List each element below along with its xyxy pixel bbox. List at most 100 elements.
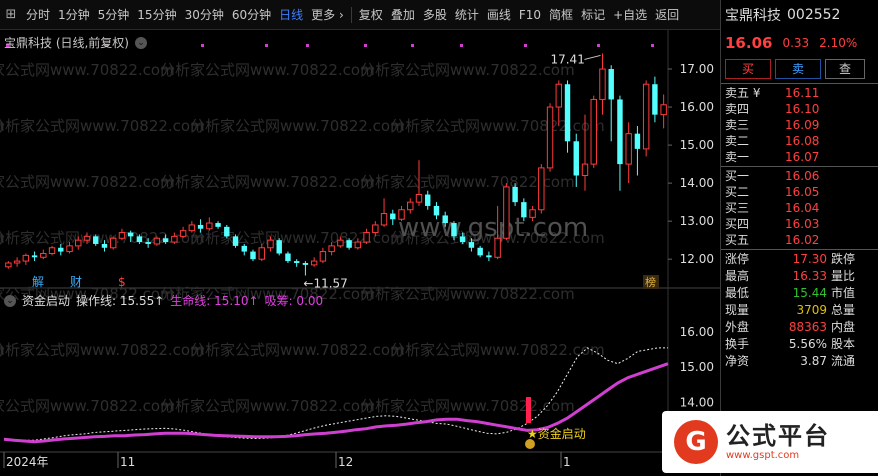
stat-label: 涨停 bbox=[725, 252, 750, 266]
candle-body bbox=[171, 235, 178, 243]
stat-label: 换手 bbox=[725, 337, 750, 351]
bid-row[interactable]: 买一 16.06 bbox=[721, 168, 878, 184]
bid-label: 买三 bbox=[725, 201, 750, 215]
candle-body bbox=[573, 141, 579, 176]
candle-body bbox=[599, 68, 606, 100]
logo-sub-text: www.gspt.com bbox=[726, 450, 800, 461]
candle-body bbox=[625, 133, 632, 165]
bid-row[interactable]: 买四 16.03 bbox=[721, 216, 878, 232]
bid-row[interactable]: 买五 16.02 bbox=[721, 232, 878, 248]
candle-body bbox=[564, 84, 571, 142]
marker-dot bbox=[306, 44, 309, 47]
buy-button[interactable]: 买 bbox=[725, 59, 771, 79]
watermark-layer: 分析家公式网www.70822.com 分析家公式网www.70822.com 分析… bbox=[0, 61, 605, 415]
ask-row[interactable]: 卖四 16.10 bbox=[721, 101, 878, 117]
ask-price: 16.07 bbox=[785, 150, 820, 164]
chevron-down-icon[interactable]: ⌄ bbox=[4, 294, 16, 307]
divider bbox=[721, 166, 878, 167]
y-axis-labels: 17.00 16.00 15.00 14.00 13.00 12.00 16.00 15.00… bbox=[668, 62, 714, 444]
stat-label-secondary: 总量 bbox=[831, 303, 856, 317]
candle-body bbox=[337, 239, 344, 247]
indicator-name: 资金启动 bbox=[22, 294, 71, 308]
y-tick-label: 13.00 bbox=[680, 214, 714, 228]
event-label: 解 bbox=[32, 275, 44, 289]
stat-value: 88363 bbox=[788, 320, 827, 334]
candle-body bbox=[258, 247, 265, 260]
signal-bar bbox=[526, 397, 531, 423]
sell-button[interactable]: 卖 bbox=[775, 59, 821, 79]
stat-row: 换手 5.56% 股本 bbox=[721, 336, 878, 353]
candle-body bbox=[93, 236, 99, 244]
watermark-text: 分析家公式网www.70822.com bbox=[190, 117, 405, 135]
stat-value: 5.56% bbox=[788, 337, 827, 351]
stat-label: 净资 bbox=[725, 354, 750, 368]
divider bbox=[721, 83, 878, 84]
indicator-y-tick-label: 16.00 bbox=[680, 325, 714, 339]
divider bbox=[721, 249, 878, 250]
ask-row[interactable]: 卖三 16.09 bbox=[721, 117, 878, 133]
ask-row[interactable]: 卖二 16.08 bbox=[721, 133, 878, 149]
ask-price: 16.08 bbox=[785, 134, 820, 148]
signal-label: ★资金启动 bbox=[527, 426, 586, 441]
x-tick-label: 1 bbox=[563, 455, 571, 469]
candle-body bbox=[162, 238, 169, 243]
candle-body bbox=[660, 104, 667, 116]
watermark-center: www.gspt.com bbox=[398, 213, 588, 243]
chevron-down-icon[interactable]: ⌄ bbox=[135, 36, 147, 49]
ask-row[interactable]: 卖五 ¥ 16.11 bbox=[721, 85, 878, 101]
marker-dot bbox=[411, 44, 414, 47]
query-button[interactable]: 查 bbox=[825, 59, 865, 79]
marker-dot bbox=[460, 44, 463, 47]
watermark-text: 分析家公式网www.70822.com bbox=[160, 397, 375, 415]
stat-value: 17.30 bbox=[792, 252, 827, 266]
ask-row[interactable]: 卖一 16.07 bbox=[721, 149, 878, 165]
stat-label: 现量 bbox=[725, 303, 750, 317]
candle-body bbox=[13, 260, 21, 264]
candle-body bbox=[425, 194, 431, 206]
watermark-text: 分析家公式网www.70822.com bbox=[360, 61, 575, 79]
stat-label-secondary: 内盘 bbox=[831, 320, 856, 334]
watermark-text: 分析家公式网www.70822.com bbox=[0, 61, 175, 79]
stat-value: 3.87 bbox=[800, 354, 827, 368]
indicator-life-line: 生命线: 15.10↑ bbox=[170, 294, 259, 308]
ask-label: 卖四 bbox=[725, 102, 750, 116]
watermark-text: 分析家公式网www.70822.com bbox=[0, 341, 205, 359]
ask-label: 卖二 bbox=[725, 134, 750, 148]
candle-body bbox=[276, 240, 282, 254]
marker-dot bbox=[364, 44, 367, 47]
candle-body bbox=[415, 194, 423, 203]
ask-label: 卖三 bbox=[725, 118, 750, 132]
candle-body bbox=[118, 232, 126, 239]
candle-body bbox=[503, 186, 510, 239]
candle-body bbox=[477, 247, 483, 256]
logo-text: 公式平台 www.gspt.com bbox=[726, 422, 830, 462]
bid-row[interactable]: 买三 16.04 bbox=[721, 200, 878, 216]
candle-body bbox=[83, 235, 91, 241]
candle-body bbox=[31, 255, 38, 258]
indicator-op-line: 操作线: 15.55↑ bbox=[76, 294, 165, 308]
candle-body bbox=[546, 106, 554, 169]
bid-price: 16.02 bbox=[785, 233, 820, 247]
candle-body bbox=[48, 247, 56, 254]
bid-price: 16.03 bbox=[785, 217, 820, 231]
candle-body bbox=[494, 237, 501, 258]
candle-body bbox=[451, 223, 457, 237]
bid-row[interactable]: 买二 16.05 bbox=[721, 184, 878, 200]
kline-chart[interactable]: 分析家公式网www.70822.com 分析家公式网www.70822.com 分析… bbox=[0, 0, 720, 476]
candle-body bbox=[512, 186, 518, 203]
candle-body bbox=[354, 241, 362, 249]
candle-body bbox=[66, 245, 73, 253]
gspt-logo: G 公式平台 www.gspt.com bbox=[662, 411, 878, 473]
watermark-text: 分析家公式网www.70822.com bbox=[390, 341, 605, 359]
price-change-pct: 2.10% bbox=[819, 36, 858, 50]
candle-body bbox=[380, 213, 388, 226]
marker-dot bbox=[524, 44, 527, 47]
x-tick-label: 12 bbox=[338, 455, 353, 469]
event-label: $ bbox=[118, 275, 126, 289]
stat-row: 外盘 88363 内盘 bbox=[721, 319, 878, 336]
y-tick-label: 17.00 bbox=[680, 62, 714, 76]
candle-body bbox=[153, 237, 161, 245]
watermark-text: 分析家公式网www.70822.com bbox=[0, 173, 175, 191]
candle-body bbox=[363, 232, 370, 243]
candle-body bbox=[188, 224, 196, 232]
